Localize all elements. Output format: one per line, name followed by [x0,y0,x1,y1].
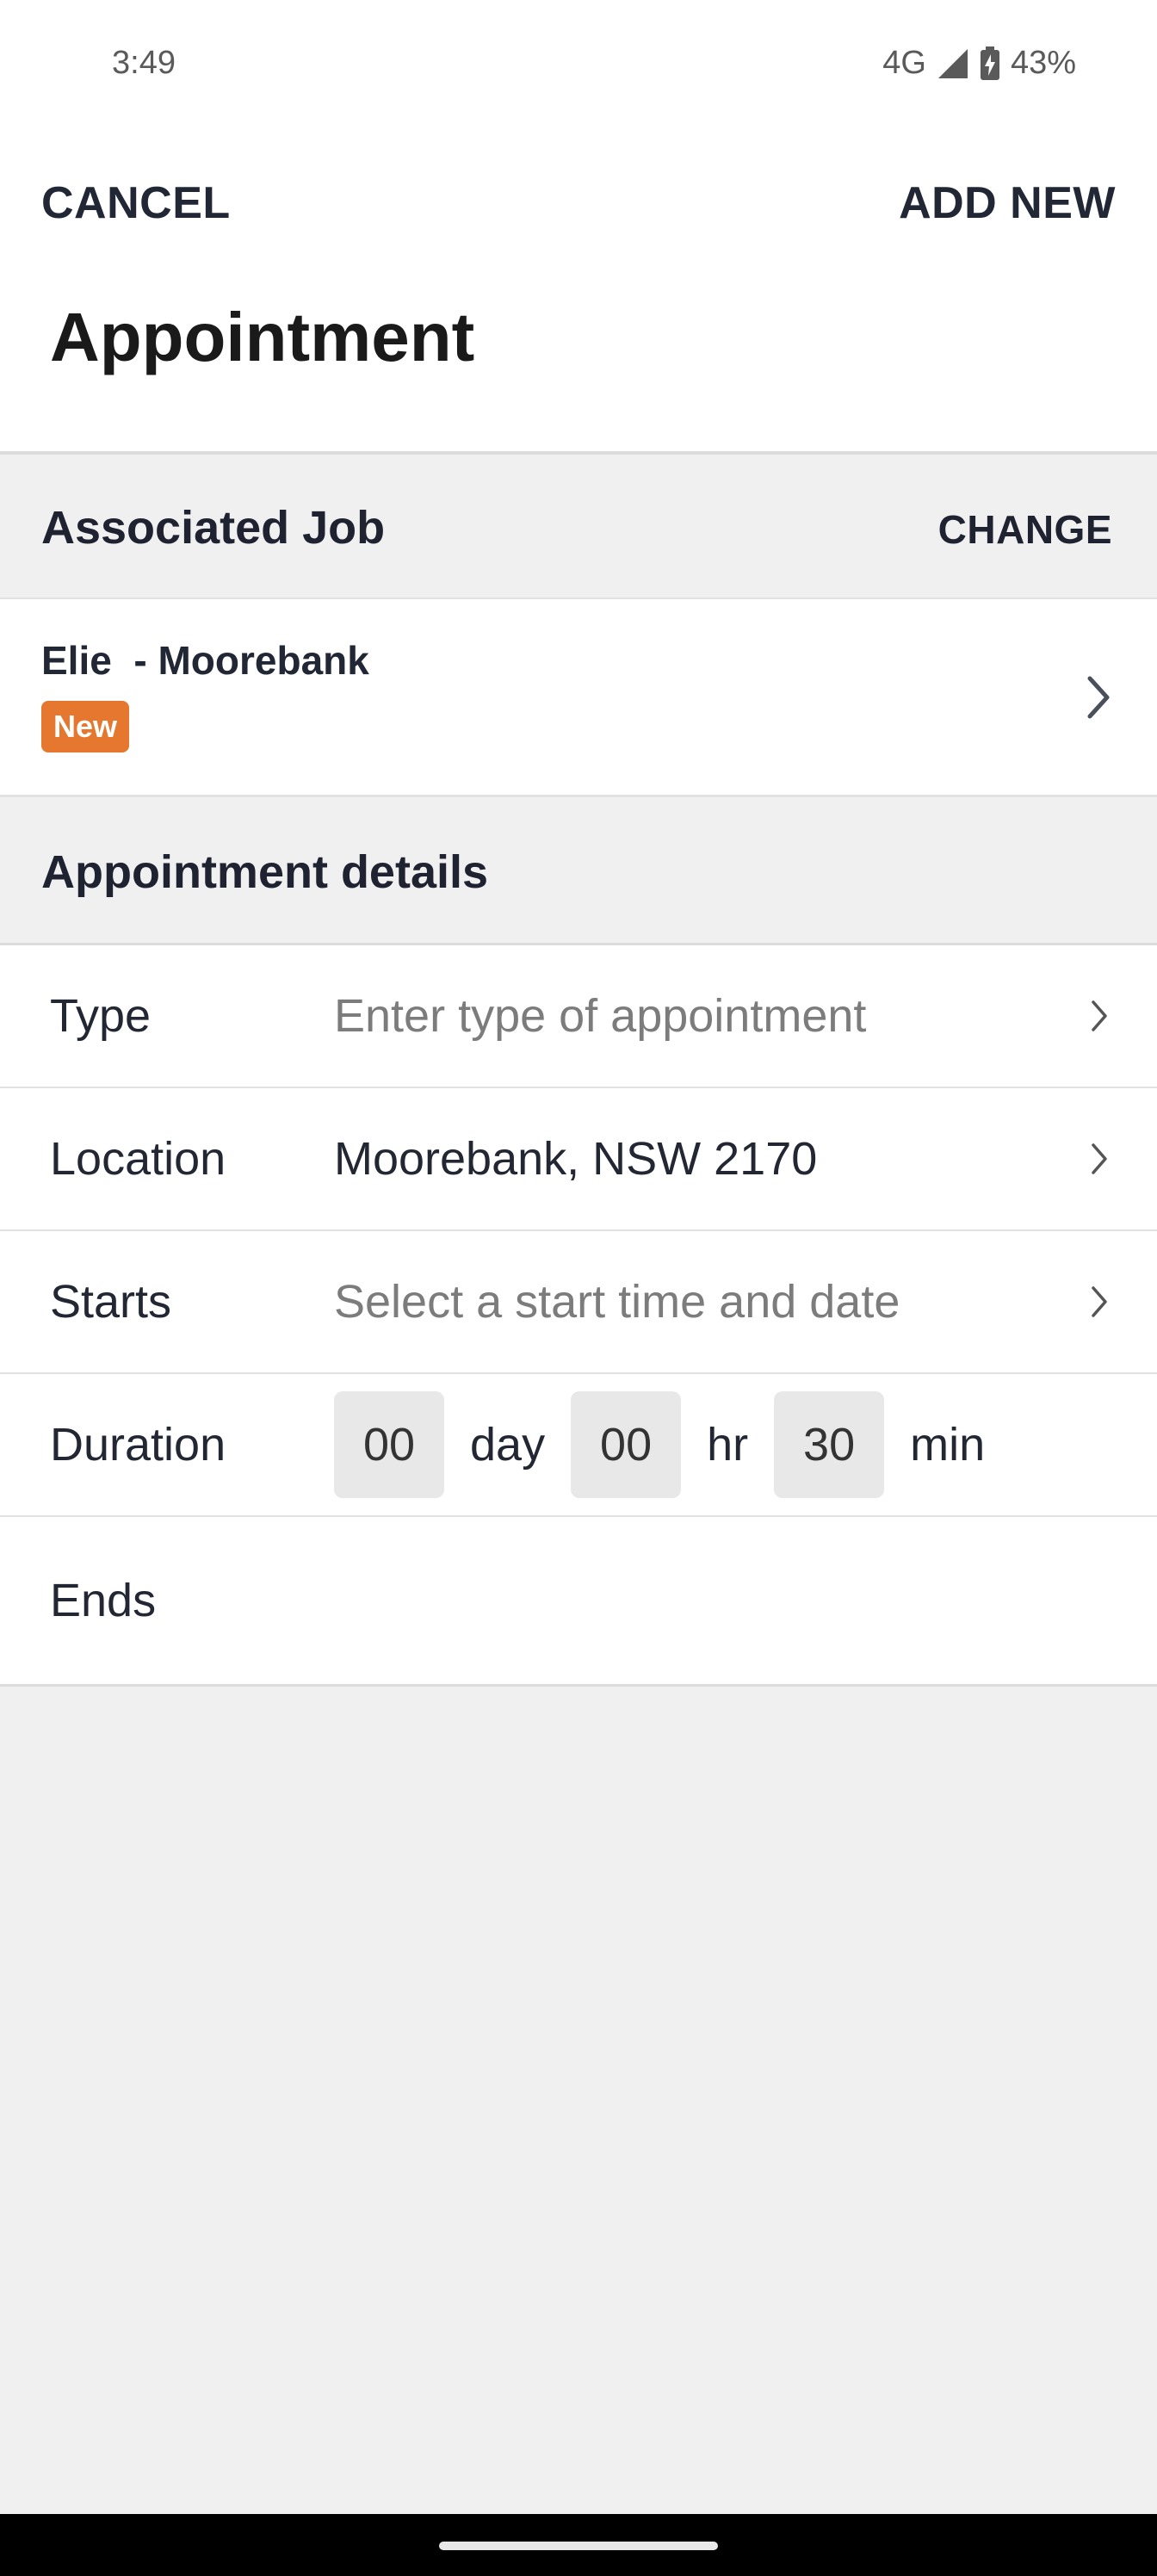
status-time: 3:49 [112,45,176,81]
job-name: Elie - Moorebank [41,638,369,683]
starts-label: Starts [50,1276,172,1328]
change-job-button[interactable]: CHANGE [938,506,1112,553]
home-gesture-handle[interactable] [439,2542,718,2550]
associated-job-title: Associated Job [41,502,386,554]
type-row[interactable]: Type Enter type of appointment [0,945,1157,1088]
duration-minute-unit: min [910,1419,986,1471]
chevron-right-icon [1092,1143,1107,1174]
associated-job-header: Associated Job CHANGE [0,455,1157,599]
top-panel: 3:49 4G 43% CANCEL ADD NEW Appointment [0,0,1157,455]
duration-hours-input[interactable]: 00 [571,1391,682,1498]
appointment-details-title: Appointment details [41,846,489,898]
duration-label: Duration [50,1419,226,1471]
duration-days-input[interactable]: 00 [334,1391,444,1498]
type-label: Type [50,990,152,1042]
system-navigation-bar [0,2514,1157,2576]
chevron-right-icon [1092,1000,1107,1031]
location-label: Location [50,1133,226,1185]
duration-row: Duration 00 day 00 hr 30 min [0,1374,1157,1517]
ends-row: Ends [0,1517,1157,1684]
add-new-button[interactable]: ADD NEW [899,177,1116,229]
status-indicators: 4G 43% [882,45,1076,82]
type-field[interactable]: Enter type of appointment [334,989,866,1043]
battery-percent: 43% [1010,45,1076,81]
ends-label: Ends [50,1575,157,1626]
chevron-right-icon [1092,1286,1107,1317]
duration-minutes-input[interactable]: 30 [774,1391,885,1498]
cancel-button[interactable]: CANCEL [41,177,231,229]
appointment-details-header: Appointment details [0,797,1157,945]
duration-hour-unit: hr [707,1419,749,1471]
starts-field[interactable]: Select a start time and date [334,1275,900,1328]
job-status-badge: New [41,701,130,752]
chevron-right-icon [1087,676,1110,719]
duration-inputs: 00 day 00 hr 30 min [334,1391,1011,1498]
location-field[interactable]: Moorebank, NSW 2170 [334,1132,817,1186]
network-type: 4G [882,45,926,81]
appointment-form: Type Enter type of appointment Location … [0,945,1157,1687]
associated-job-card[interactable]: Elie - Moorebank New [0,599,1157,797]
signal-icon [937,48,968,78]
page-title: Appointment [50,299,475,375]
battery-charging-icon [980,46,999,80]
starts-row[interactable]: Starts Select a start time and date [0,1231,1157,1374]
duration-day-unit: day [470,1419,546,1471]
location-row[interactable]: Location Moorebank, NSW 2170 [0,1088,1157,1231]
